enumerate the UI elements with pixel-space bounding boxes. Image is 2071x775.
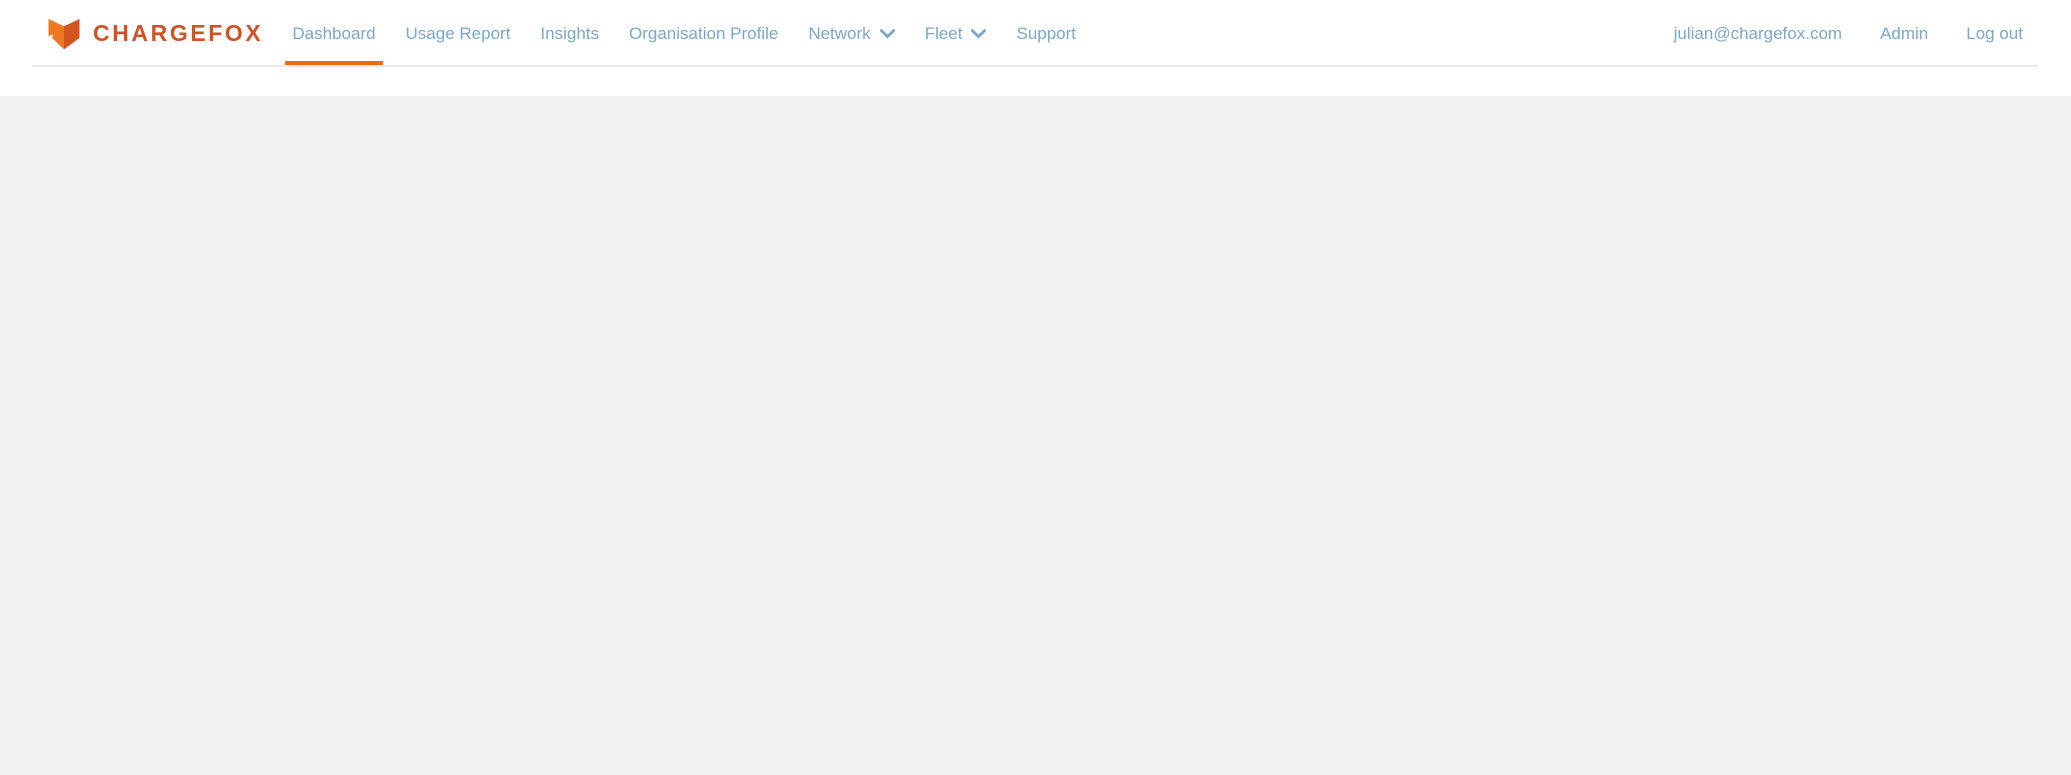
account-email-link[interactable]: julian@chargefox.com [1655,0,1861,66]
chevron-down-icon [879,29,895,39]
chevron-down-icon [971,29,987,39]
nav-item-fleet[interactable]: Fleet [910,0,1002,66]
nav-item-fleet-label: Fleet [924,23,963,43]
nav-item-support-label: Support [1016,23,1077,43]
fox-head-icon [48,19,80,50]
log-out-label: Log out [1966,23,2023,43]
nav-item-usage-report[interactable]: Usage Report [391,0,526,66]
nav-item-dashboard[interactable]: Dashboard [277,0,390,66]
nav-item-support[interactable]: Support [1001,0,1091,66]
nav-item-organisation-profile-label: Organisation Profile [629,23,779,43]
brand-wordmark: CHARGEFOX [93,19,264,46]
admin-label: Admin [1880,23,1929,43]
nav-item-network-label: Network [808,23,871,43]
nav-item-insights-label: Insights [540,23,600,43]
primary-navigation: Dashboard Usage Report Insights Organisa… [277,0,1091,66]
header-inner: CHARGEFOX Dashboard Usage Report Insight… [0,0,2071,67]
nav-item-usage-report-label: Usage Report [405,23,511,43]
brand-logo-link[interactable]: CHARGEFOX [32,16,263,50]
header-divider [32,65,2038,67]
nav-item-dashboard-label: Dashboard [292,23,376,43]
nav-item-network[interactable]: Network [793,0,909,66]
admin-link[interactable]: Admin [1861,0,1947,66]
account-email-label: julian@chargefox.com [1673,23,1843,43]
nav-item-insights[interactable]: Insights [525,0,614,66]
page-content-area [0,96,2071,775]
account-navigation: julian@chargefox.com Admin Log out [1655,0,2039,66]
nav-item-organisation-profile[interactable]: Organisation Profile [614,0,793,66]
log-out-link[interactable]: Log out [1947,0,2031,66]
site-header: CHARGEFOX Dashboard Usage Report Insight… [0,0,2071,96]
